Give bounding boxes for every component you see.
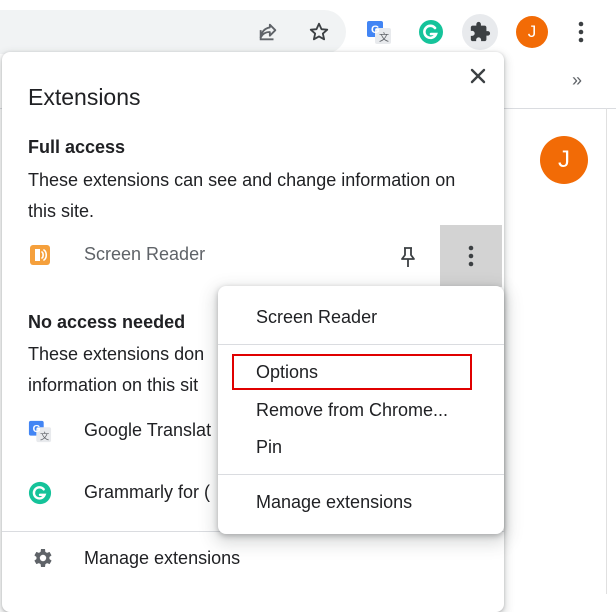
more-vert-icon (468, 245, 474, 267)
full-access-description: These extensions can see and change info… (28, 170, 456, 221)
menu-item-remove-from-chrome[interactable]: Remove from Chrome... (218, 392, 504, 430)
popup-title: Extensions (28, 84, 141, 110)
menu-divider (218, 474, 504, 475)
extension-name: Screen Reader (84, 244, 206, 264)
gear-icon (30, 546, 54, 575)
profile-avatar-button[interactable]: J (514, 14, 550, 50)
bookmark-star-icon[interactable] (301, 14, 337, 50)
svg-text:文: 文 (379, 31, 389, 44)
page-scroll-edge (606, 108, 616, 594)
google-translate-toolbar-icon[interactable]: G文 (361, 14, 397, 50)
pin-icon[interactable] (394, 243, 422, 271)
google-translate-icon: G文 (28, 419, 52, 443)
no-access-description: These extensions don information on this… (28, 344, 205, 395)
extension-name: Google Translat (84, 420, 212, 440)
grammarly-toolbar-icon[interactable] (413, 14, 449, 50)
svg-text:文: 文 (40, 430, 49, 442)
share-icon[interactable] (250, 14, 286, 50)
extension-more-options-button[interactable] (440, 225, 502, 287)
avatar: J (516, 16, 548, 48)
menu-item-pin[interactable]: Pin (218, 429, 504, 467)
menu-divider (218, 344, 504, 345)
manage-extensions-label: Manage extensions (84, 548, 241, 568)
grammarly-icon (28, 481, 52, 505)
address-bar[interactable] (0, 10, 346, 54)
extension-name: Grammarly for ( (84, 482, 210, 502)
extension-row-screen-reader[interactable]: Screen Reader (2, 225, 504, 287)
highlight-annotation (232, 354, 472, 390)
extension-context-menu: Screen Reader Options Remove from Chrome… (218, 286, 504, 534)
extensions-puzzle-icon[interactable] (462, 14, 498, 50)
manage-extensions-link[interactable]: Manage extensions (2, 532, 504, 586)
bookmarks-overflow-chevron-icon[interactable]: » (572, 70, 582, 91)
full-access-title: Full access (28, 137, 126, 157)
menu-item-manage-extensions[interactable]: Manage extensions (218, 484, 504, 522)
screen-reader-icon (28, 243, 52, 267)
browser-menu-icon[interactable] (563, 14, 599, 50)
page-avatar[interactable]: J (540, 136, 588, 184)
no-access-title: No access needed (28, 312, 186, 332)
menu-item-extension-name[interactable]: Screen Reader (218, 299, 504, 337)
close-icon[interactable] (466, 64, 490, 88)
